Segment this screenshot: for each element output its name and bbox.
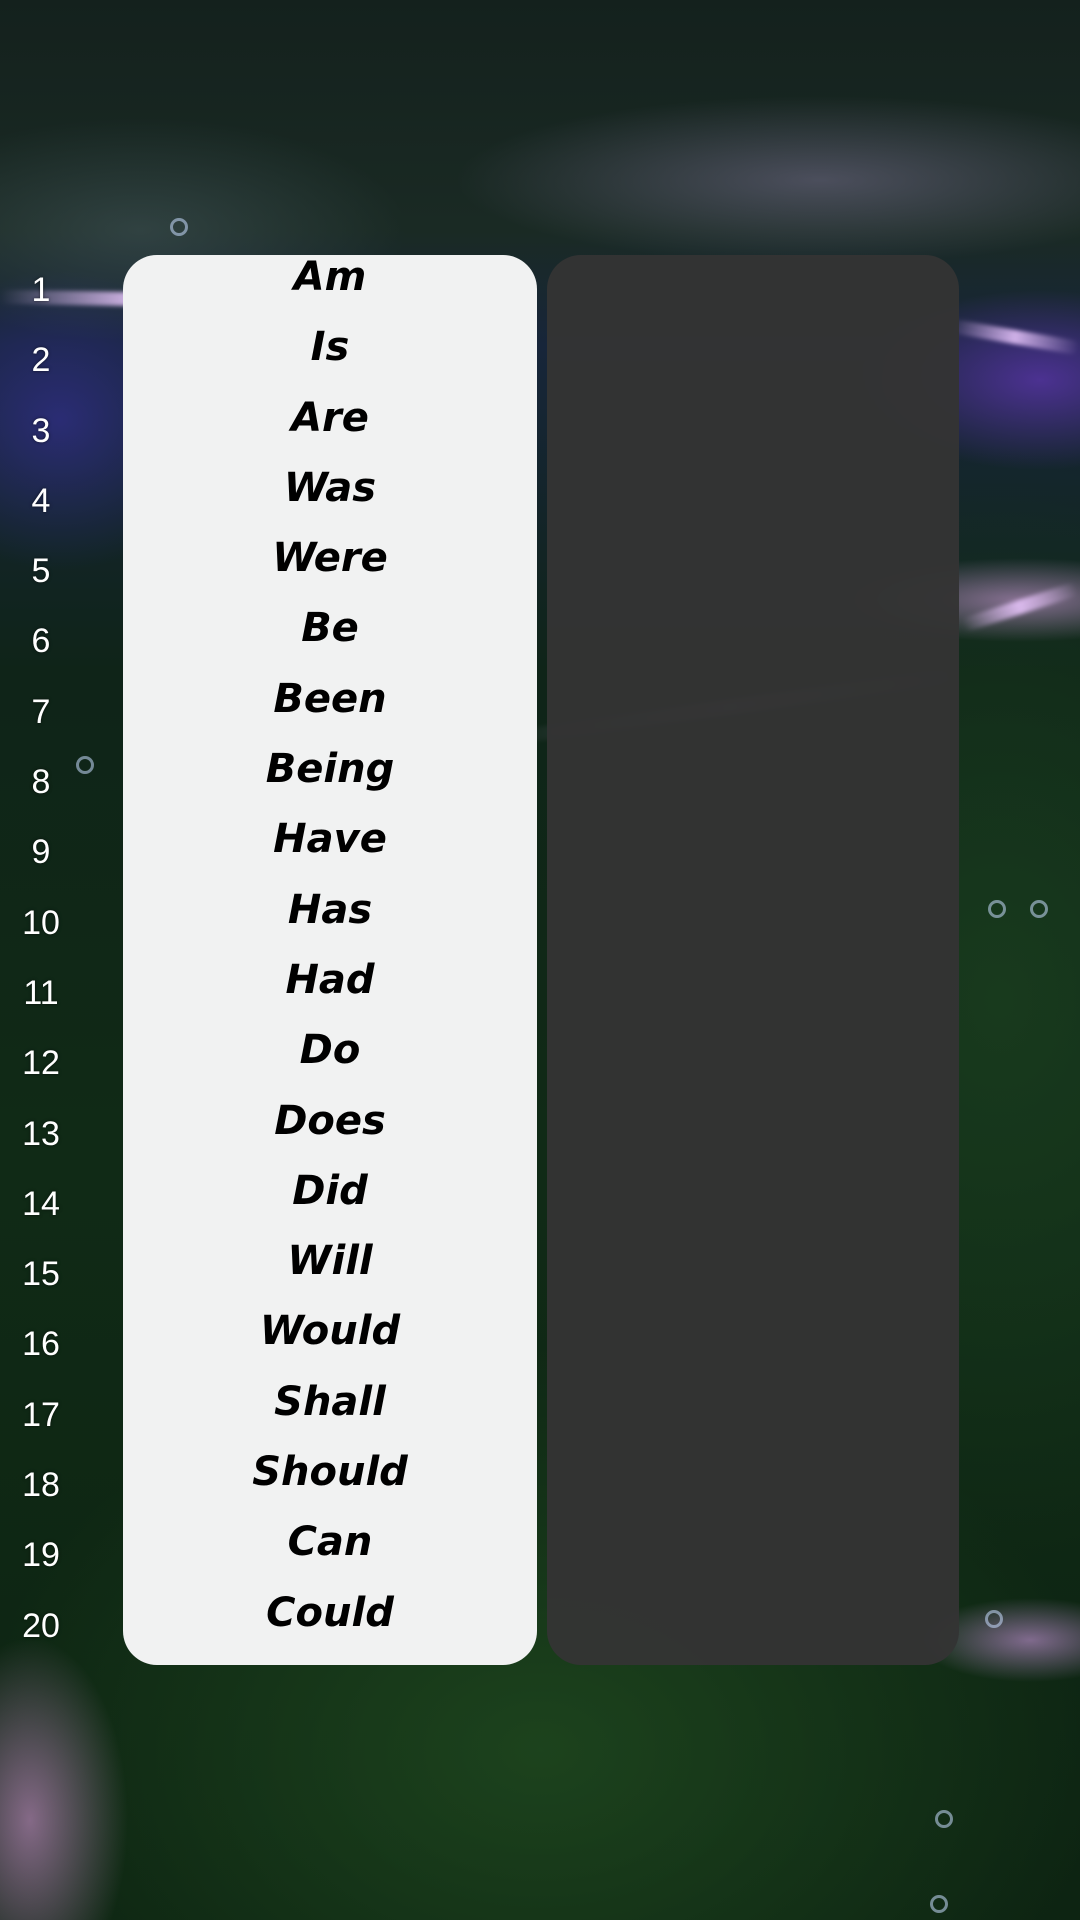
line-number: 9 [31, 833, 51, 872]
word-item: Should [252, 1449, 408, 1496]
bokeh-light [935, 1810, 953, 1828]
word-list-card: Am Is Are Was Were Be Been Being Have Ha… [123, 254, 537, 1665]
line-number: 14 [22, 1184, 60, 1223]
line-number: 6 [31, 622, 51, 661]
line-number: 7 [31, 692, 51, 731]
line-number: 4 [31, 481, 51, 520]
line-number: 3 [31, 411, 51, 450]
word-item: Has [287, 886, 373, 933]
word-item: Were [272, 535, 388, 582]
word-item: Will [287, 1238, 373, 1285]
line-number: 15 [22, 1255, 60, 1294]
line-number: 20 [22, 1606, 60, 1645]
line-number: 5 [31, 552, 51, 591]
word-item: Shall [274, 1378, 386, 1425]
line-number: 11 [23, 973, 59, 1012]
word-item: Had [285, 956, 375, 1003]
bokeh-light [170, 218, 188, 236]
bokeh-light [988, 900, 1006, 918]
word-item: Did [292, 1167, 368, 1214]
line-number: 12 [22, 1044, 60, 1083]
word-item: Was [283, 464, 377, 511]
line-number: 2 [31, 341, 51, 380]
word-item: Being [265, 746, 395, 793]
word-item: Be [301, 605, 359, 652]
word-item: Been [273, 675, 387, 722]
word-item: Is [310, 324, 350, 371]
word-item: Does [274, 1097, 386, 1144]
bokeh-light [985, 1610, 1003, 1628]
answer-card-blank [547, 255, 959, 1665]
word-item: Have [273, 816, 387, 863]
line-number: 18 [22, 1466, 60, 1505]
line-numbers: 1 2 3 4 5 6 7 8 9 10 11 12 13 14 15 16 1… [0, 255, 82, 1661]
word-item: Would [259, 1308, 401, 1355]
bokeh-light [930, 1895, 948, 1913]
bokeh-light [1030, 900, 1048, 918]
line-number: 19 [22, 1536, 60, 1575]
word-item: Do [299, 1027, 361, 1074]
line-number: 10 [22, 903, 60, 942]
word-item: Are [291, 394, 369, 441]
line-number: 16 [22, 1325, 60, 1364]
line-number: 1 [31, 271, 51, 309]
line-number: 13 [22, 1114, 60, 1153]
line-number: 8 [31, 763, 51, 802]
word-item: Can [287, 1519, 373, 1566]
word-item: Could [266, 1589, 394, 1636]
line-number: 17 [22, 1395, 60, 1434]
word-item: Am [293, 254, 367, 300]
